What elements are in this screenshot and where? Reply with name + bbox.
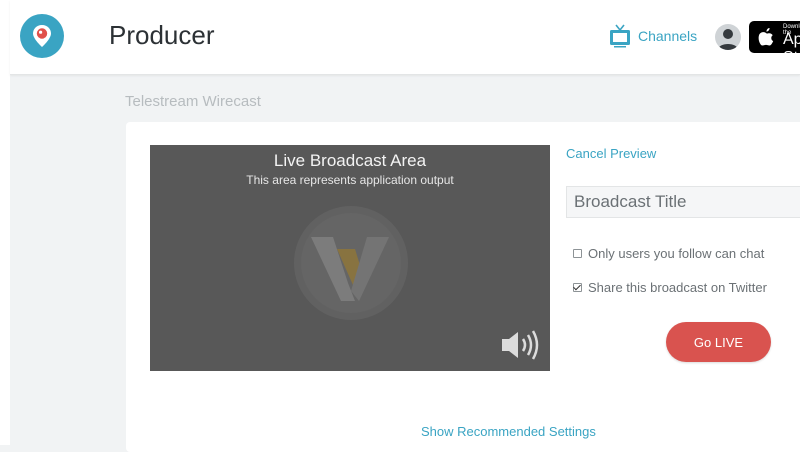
app-title: Producer <box>109 20 215 50</box>
channels-label: Channels <box>638 28 698 44</box>
preview-title: Live Broadcast Area <box>273 151 427 170</box>
share-twitter-checkbox[interactable] <box>573 283 582 292</box>
avatar-icon[interactable] <box>715 24 741 50</box>
tv-icon <box>610 24 630 48</box>
preview-subtitle: This area represents application output <box>246 173 454 187</box>
followers-chat-label: Only users you follow can chat <box>588 246 765 261</box>
followers-chat-checkbox[interactable] <box>573 249 582 258</box>
cancel-preview-link[interactable]: Cancel Preview <box>566 146 656 161</box>
periscope-logo-icon[interactable] <box>20 14 64 58</box>
header: Producer Channels Download on the App St… <box>10 0 800 75</box>
appstore-big-text: App Store <box>783 31 800 66</box>
share-twitter-option[interactable]: Share this broadcast on Twitter <box>573 280 767 295</box>
share-twitter-label: Share this broadcast on Twitter <box>588 280 767 295</box>
speaker-icon[interactable] <box>500 328 544 362</box>
live-preview: Live Broadcast Area This area represents… <box>150 145 550 371</box>
left-strip <box>0 0 10 445</box>
show-recommended-settings-link[interactable]: Show Recommended Settings <box>421 424 596 439</box>
go-live-button[interactable]: Go LIVE <box>666 322 771 362</box>
channels-link[interactable]: Channels <box>608 20 697 52</box>
apple-icon <box>758 28 774 46</box>
source-label: Telestream Wirecast <box>125 93 261 110</box>
broadcast-title-input[interactable] <box>566 186 800 218</box>
wirecast-logo-icon <box>294 206 408 320</box>
followers-chat-option[interactable]: Only users you follow can chat <box>573 246 764 261</box>
app-store-badge[interactable]: Download on the App Store <box>749 21 800 66</box>
